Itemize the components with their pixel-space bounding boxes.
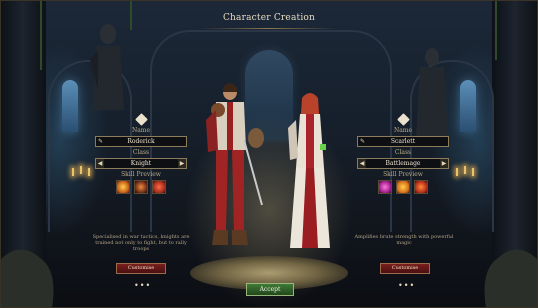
class-label: Class bbox=[132, 149, 150, 156]
origin-diamond-icon[interactable] bbox=[134, 113, 148, 126]
pencil-icon[interactable]: ✎ bbox=[360, 137, 365, 146]
name-value: Roderick bbox=[127, 138, 155, 145]
class-selector[interactable]: ◀ Knight ▶ bbox=[95, 158, 187, 169]
mind-blast-icon[interactable] bbox=[378, 180, 392, 194]
arrow-right-icon[interactable]: ▶ bbox=[178, 159, 186, 168]
title-bar: Character Creation bbox=[200, 9, 338, 29]
vine bbox=[130, 0, 132, 30]
skill-preview-label: Skill Preview bbox=[121, 171, 161, 178]
candle bbox=[456, 168, 458, 176]
name-value: Scarlett bbox=[390, 138, 416, 145]
class-selector[interactable]: ◀ Battlemage ▶ bbox=[357, 158, 449, 169]
right-character-panel: Name ✎ Scarlett Class ◀ Battlemage ▶ Ski… bbox=[357, 113, 449, 194]
accept-button[interactable]: Accept bbox=[246, 283, 294, 296]
pencil-icon[interactable]: ✎ bbox=[98, 137, 103, 146]
sword-strike-icon[interactable] bbox=[116, 180, 130, 194]
origin-diamond-icon[interactable] bbox=[396, 113, 410, 126]
vine bbox=[40, 0, 42, 70]
vine bbox=[495, 0, 497, 60]
customize-button[interactable]: Customise bbox=[116, 263, 166, 274]
name-label: Name bbox=[131, 127, 151, 134]
skill-preview-label: Skill Preview bbox=[383, 171, 423, 178]
class-value: Battlemage bbox=[385, 160, 421, 167]
candle bbox=[80, 166, 82, 174]
right-window bbox=[460, 80, 476, 132]
candle bbox=[72, 168, 74, 176]
candle bbox=[88, 168, 90, 176]
name-field[interactable]: ✎ Roderick bbox=[95, 136, 187, 147]
arrow-left-icon[interactable]: ◀ bbox=[358, 159, 366, 168]
name-label: Name bbox=[393, 127, 413, 134]
name-field[interactable]: ✎ Scarlett bbox=[357, 136, 449, 147]
left-statue bbox=[90, 24, 124, 110]
class-label: Class bbox=[394, 149, 412, 156]
more-options-button[interactable]: ••• bbox=[398, 281, 415, 290]
class-description: Specialised in war tactics, knights are … bbox=[92, 234, 190, 252]
knight-character[interactable] bbox=[196, 80, 266, 255]
candle bbox=[464, 166, 466, 174]
fireball-icon[interactable] bbox=[396, 180, 410, 194]
more-options-button[interactable]: ••• bbox=[134, 281, 151, 290]
rage-icon[interactable] bbox=[152, 180, 166, 194]
class-value: Knight bbox=[130, 160, 152, 167]
page-title: Character Creation bbox=[222, 13, 316, 23]
left-window bbox=[62, 80, 78, 132]
class-description: Amplifies brute strength with powerful m… bbox=[354, 234, 454, 246]
customize-button[interactable]: Customise bbox=[380, 263, 430, 274]
title-divider bbox=[200, 28, 338, 29]
battlemage-character[interactable] bbox=[282, 88, 342, 258]
arrow-left-icon[interactable]: ◀ bbox=[96, 159, 104, 168]
battering-ram-icon[interactable] bbox=[134, 180, 148, 194]
right-gargoyle bbox=[484, 249, 538, 308]
character-creation-screen: Character Creation Name ✎ Roderick Class… bbox=[0, 0, 538, 308]
skill-preview-list bbox=[95, 180, 187, 194]
arrow-right-icon[interactable]: ▶ bbox=[440, 159, 448, 168]
left-gargoyle bbox=[0, 249, 54, 308]
candle bbox=[472, 168, 474, 176]
skill-preview-list bbox=[357, 180, 449, 194]
left-character-panel: Name ✎ Roderick Class ◀ Knight ▶ Skill P… bbox=[95, 113, 187, 194]
burning-strike-icon[interactable] bbox=[414, 180, 428, 194]
